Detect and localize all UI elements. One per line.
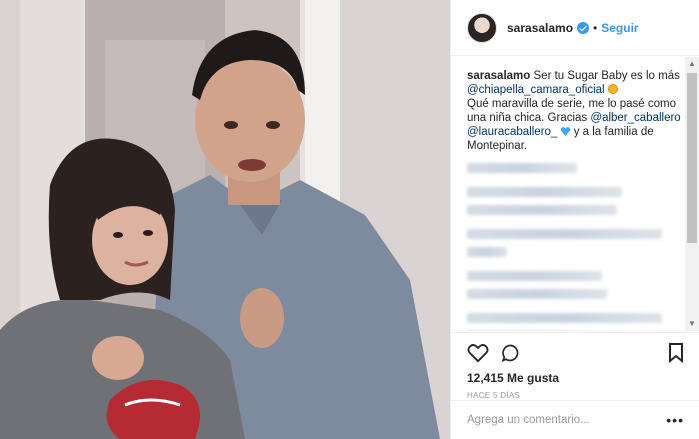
post-caption: sarasalamo Ser tu Sugar Baby es lo más @… — [467, 69, 681, 153]
verified-badge-icon — [577, 21, 590, 34]
blue-heart-emoji-icon — [560, 127, 571, 136]
blurred-comment — [467, 247, 507, 257]
instagram-post-window: sarasalamo • Seguir sarasalamo Ser tu Su… — [0, 0, 699, 439]
comments-area: sarasalamo Ser tu Sugar Baby es lo más @… — [451, 57, 699, 331]
bookmark-icon[interactable] — [668, 343, 684, 363]
post-image — [0, 0, 450, 439]
avatar[interactable] — [467, 12, 497, 43]
scrollbar-thumb[interactable] — [687, 73, 697, 243]
post-side-panel: sarasalamo • Seguir sarasalamo Ser tu Su… — [450, 0, 699, 439]
follow-button[interactable]: Seguir — [601, 21, 638, 35]
post-timestamp[interactable]: HACE 5 DÍAS — [467, 391, 684, 400]
post-actions: 12,415 Me gusta HACE 5 DÍAS — [451, 332, 699, 400]
likes-count[interactable]: 12,415 Me gusta — [467, 371, 684, 385]
action-icons-row — [467, 341, 684, 365]
mention-link[interactable]: @alber_caballero — [590, 112, 680, 124]
blurred-comment — [467, 289, 607, 299]
blurred-comment — [467, 163, 577, 173]
mention-link[interactable]: @lauracaballero_ — [467, 126, 557, 138]
scroll-up-arrow-icon[interactable]: ▲ — [685, 57, 699, 71]
post-header: sarasalamo • Seguir — [451, 0, 699, 56]
separator-dot: • — [593, 20, 598, 35]
blurred-comment — [467, 205, 617, 215]
heart-icon[interactable] — [467, 343, 489, 363]
blurred-comment — [467, 313, 662, 323]
post-photo[interactable] — [0, 0, 450, 439]
header-username[interactable]: sarasalamo — [507, 21, 573, 35]
add-comment-bar: Agrega un comentario... ••• — [451, 400, 699, 439]
medal-emoji-icon — [607, 84, 618, 94]
comment-input[interactable]: Agrega un comentario... — [467, 414, 666, 426]
blurred-comment — [467, 187, 622, 197]
comments-scrollbar[interactable]: ▲ ▼ — [685, 57, 699, 331]
blurred-comment — [467, 229, 662, 239]
more-options-icon[interactable]: ••• — [666, 412, 684, 428]
caption-username[interactable]: sarasalamo — [467, 70, 530, 82]
caption-text-1: Ser tu Sugar Baby es lo más — [533, 70, 680, 82]
blurred-comment — [467, 271, 602, 281]
comment-icon[interactable] — [501, 343, 521, 363]
scroll-down-arrow-icon[interactable]: ▼ — [685, 317, 699, 331]
mention-link[interactable]: @chiapella_camara_oficial — [467, 84, 605, 96]
